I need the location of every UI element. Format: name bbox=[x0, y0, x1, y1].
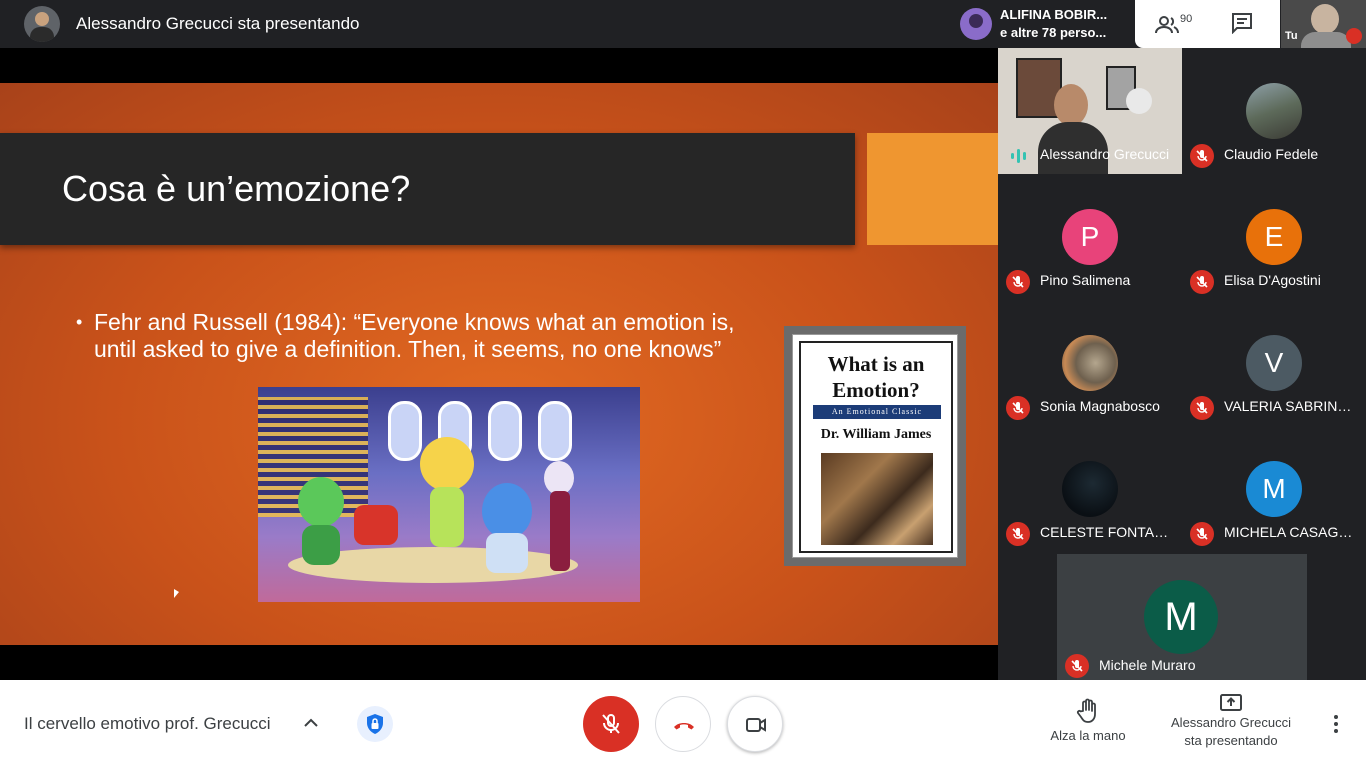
participant-photo bbox=[1062, 461, 1118, 517]
top-bar: Alessandro Grecucci sta presentando ALIF… bbox=[0, 0, 1366, 48]
participant-tile[interactable]: V VALERIA SABRINA ... bbox=[1182, 300, 1366, 426]
chat-icon bbox=[1232, 13, 1252, 35]
book-painting bbox=[821, 453, 933, 545]
present-screen-icon bbox=[1220, 694, 1242, 711]
mic-off-icon bbox=[1190, 396, 1214, 420]
people-button[interactable]: 90 bbox=[1155, 11, 1205, 39]
mic-off-icon bbox=[1006, 522, 1030, 546]
participants-chip[interactable]: ALIFINA BOBIR... e altre 78 perso... bbox=[952, 0, 1134, 48]
book-subtitle: An Emotional Classic bbox=[813, 405, 941, 419]
participant-avatar: E bbox=[1246, 209, 1302, 265]
participant-tile[interactable]: Sonia Magnabosco bbox=[998, 300, 1182, 426]
presentation-stage: Cosa è un’emozione? • Fehr and Russell (… bbox=[0, 48, 998, 680]
presenting-label-line2: sta presentando bbox=[1184, 733, 1278, 748]
accent-block bbox=[867, 133, 998, 245]
mic-off-icon bbox=[1190, 270, 1214, 294]
participant-tile[interactable]: M MICHELA CASAGR... bbox=[1182, 426, 1366, 552]
participant-grid: Alessandro Grecucci Claudio Fedele P Pin… bbox=[998, 48, 1366, 684]
chevron-up-icon[interactable] bbox=[303, 716, 319, 728]
mic-off-icon bbox=[1346, 28, 1362, 44]
hang-up-icon bbox=[674, 723, 694, 730]
participant-name: Pino Salimena bbox=[1040, 272, 1131, 288]
self-view-tile[interactable]: Tu bbox=[1281, 0, 1366, 48]
participant-name: Michele Muraro bbox=[1099, 657, 1196, 673]
participant-tile[interactable]: P Pino Salimena bbox=[998, 174, 1182, 300]
mic-off-icon bbox=[1190, 522, 1214, 546]
mic-off-icon bbox=[1006, 270, 1030, 294]
participant-avatar: P bbox=[1062, 209, 1118, 265]
microphone-toggle-button[interactable] bbox=[583, 696, 639, 752]
more-options-icon[interactable] bbox=[1326, 712, 1346, 736]
participant-count: 90 bbox=[1180, 13, 1193, 25]
participants-chip-name: ALIFINA BOBIR... bbox=[1000, 7, 1108, 22]
mic-off-icon bbox=[1065, 654, 1089, 678]
presenting-label-line1: Alessandro Grecucci bbox=[1171, 715, 1291, 730]
hand-icon bbox=[1076, 698, 1096, 723]
participant-tile[interactable]: Alessandro Grecucci bbox=[998, 48, 1182, 174]
bottom-bar: Il cervello emotivo prof. Grecucci Alza … bbox=[0, 680, 1366, 768]
participant-photo bbox=[1246, 83, 1302, 139]
participant-name: Elisa D'Agostini bbox=[1224, 272, 1321, 288]
participant-tile[interactable]: Claudio Fedele bbox=[1182, 48, 1366, 174]
participant-name: VALERIA SABRINA ... bbox=[1224, 398, 1359, 414]
slide: Cosa è un’emozione? • Fehr and Russell (… bbox=[0, 83, 998, 645]
meeting-name[interactable]: Il cervello emotivo prof. Grecucci bbox=[24, 714, 271, 734]
participant-tile[interactable]: E Elisa D'Agostini bbox=[1182, 174, 1366, 300]
participant-name: Sonia Magnabosco bbox=[1040, 398, 1160, 414]
participant-avatar: M bbox=[1144, 580, 1218, 654]
meet-window: Alessandro Grecucci sta presentando ALIF… bbox=[0, 0, 1366, 768]
participant-avatar bbox=[960, 8, 992, 40]
leave-call-button[interactable] bbox=[655, 696, 711, 752]
participant-photo bbox=[1062, 335, 1118, 391]
self-label: Tu bbox=[1285, 30, 1298, 42]
top-right-controls: 90 bbox=[1135, 0, 1280, 48]
participant-avatar: M bbox=[1246, 461, 1302, 517]
slide-title: Cosa è un’emozione? bbox=[62, 168, 411, 209]
people-icon bbox=[1155, 16, 1179, 34]
security-button[interactable] bbox=[357, 706, 393, 742]
participant-name: MICHELA CASAGR... bbox=[1224, 524, 1359, 540]
participant-avatar: V bbox=[1246, 335, 1302, 391]
presentation-button[interactable]: Alessandro Grecucci sta presentando bbox=[1160, 692, 1302, 752]
video-camera-icon bbox=[746, 718, 766, 732]
raise-hand-button[interactable]: Alza la mano bbox=[1040, 698, 1136, 748]
slide-bullet: • Fehr and Russell (1984): “Everyone kno… bbox=[76, 309, 776, 363]
bullet-dot: • bbox=[76, 312, 83, 332]
book-cover: What is an Emotion? An Emotional Classic… bbox=[784, 326, 966, 566]
mic-off-icon bbox=[1006, 396, 1030, 420]
bullet-text: Fehr and Russell (1984): “Everyone knows… bbox=[94, 309, 735, 362]
participant-tile[interactable]: M Michele Muraro bbox=[1057, 554, 1307, 684]
participant-name: Alessandro Grecucci bbox=[1040, 146, 1170, 162]
presenter-title: Alessandro Grecucci sta presentando bbox=[76, 14, 360, 33]
shield-lock-icon bbox=[367, 714, 383, 734]
participants-chip-others: e altre 78 perso... bbox=[1000, 25, 1107, 40]
participant-name: CELESTE FONTAN... bbox=[1040, 524, 1175, 540]
book-title: What is an Emotion? bbox=[827, 352, 925, 402]
inside-out-image bbox=[258, 387, 640, 602]
mic-off-icon bbox=[602, 714, 620, 734]
book-author: Dr. William James bbox=[820, 427, 932, 442]
mouse-cursor bbox=[174, 589, 179, 598]
chat-button[interactable] bbox=[1231, 12, 1255, 36]
mic-off-icon bbox=[1190, 144, 1214, 168]
presenter-avatar bbox=[24, 6, 60, 42]
speaking-indicator-icon bbox=[1011, 149, 1026, 163]
raise-hand-label: Alza la mano bbox=[1050, 728, 1126, 743]
participant-tile[interactable]: CELESTE FONTAN... bbox=[998, 426, 1182, 552]
participant-name: Claudio Fedele bbox=[1224, 146, 1319, 162]
camera-toggle-button[interactable] bbox=[727, 696, 783, 752]
